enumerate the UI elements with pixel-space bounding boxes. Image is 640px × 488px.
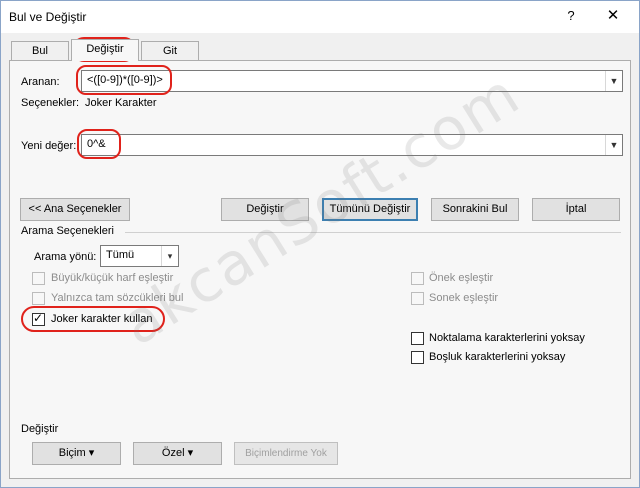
replace-section-title: Değiştir [21,423,59,435]
ignore-whitespace-label: Boşluk karakterlerini yoksay [429,351,566,363]
replace-label: Yeni değer: [21,140,77,152]
less-options-button[interactable]: << Ana Seçenekler [20,198,130,221]
cancel-button[interactable]: İptal [532,198,620,221]
ignore-whitespace-checkbox[interactable] [411,351,424,364]
tab-find-label: Bul [32,45,48,57]
annotation-oval-find [76,65,172,95]
search-direction-value: Tümü [106,249,135,261]
replace-combobox[interactable]: 0^& ▼ [81,134,623,156]
match-suffix-label: Sonek eşleştir [429,292,499,304]
find-next-button[interactable]: Sonrakini Bul [431,198,519,221]
tab-goto-label: Git [162,45,178,57]
find-replace-dialog: Bul ve Değiştir ? ✕ Bul Değiştir Git Ara… [0,0,640,488]
match-case-checkbox[interactable] [32,272,45,285]
close-button[interactable]: ✕ [603,7,623,27]
search-direction-label: Arama yönü: [34,251,97,263]
divider [125,232,621,233]
ignore-punctuation-label: Noktalama karakterlerini yoksay [429,332,585,344]
tab-find[interactable]: Bul [11,41,69,61]
window-title: Bul ve Değiştir [9,10,87,24]
find-label: Aranan: [21,76,60,88]
format-button[interactable]: Biçim ▾ [32,442,121,465]
annotation-oval-replace [77,129,121,159]
help-button[interactable]: ? [562,7,580,25]
chevron-down-icon[interactable]: ▼ [605,71,622,91]
title-bar[interactable]: Bul ve Değiştir ? ✕ [1,1,639,33]
tab-replace-label: Değiştir [86,43,124,55]
tab-replace[interactable]: Değiştir [71,39,139,61]
match-suffix-checkbox[interactable] [411,292,424,305]
chevron-down-icon[interactable]: ▾ [161,246,178,266]
search-direction-select[interactable]: Tümü ▾ [100,245,179,267]
whole-words-checkbox[interactable] [32,292,45,305]
match-prefix-label: Önek eşleştir [429,272,494,284]
options-value: Joker Karakter [85,97,157,109]
match-prefix-checkbox[interactable] [411,272,424,285]
match-case-label: Büyük/küçük harf eşleştir [51,272,174,284]
chevron-down-icon[interactable]: ▼ [605,135,622,155]
tab-panel [9,60,631,479]
whole-words-label: Yalnızca tam sözcükleri bul [51,292,184,304]
replace-button[interactable]: Değiştir [221,198,309,221]
annotation-oval-wildcards [21,306,165,332]
tab-goto[interactable]: Git [141,41,199,61]
options-label: Seçenekler: [21,97,80,109]
replace-all-button[interactable]: Tümünü Değiştir [322,198,418,221]
no-formatting-button[interactable]: Biçimlendirme Yok [234,442,338,465]
search-options-title: Arama Seçenekleri [21,225,114,237]
special-button[interactable]: Özel ▾ [133,442,222,465]
ignore-punctuation-checkbox[interactable] [411,332,424,345]
